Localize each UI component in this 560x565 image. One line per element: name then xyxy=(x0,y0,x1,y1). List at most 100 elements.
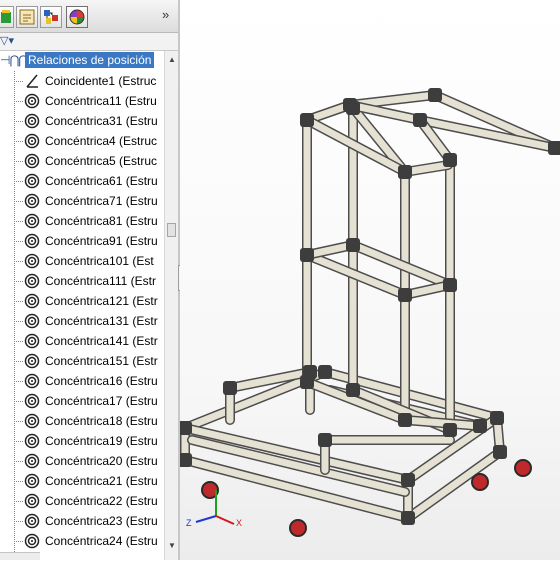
tree-item-concentric-mate[interactable]: Concéntrica24 (Estru xyxy=(0,531,164,551)
tree-connector-line xyxy=(14,81,23,82)
cart-joint-connector xyxy=(178,453,192,467)
appearance-manager-tab[interactable] xyxy=(66,6,88,28)
graphics-area[interactable] xyxy=(178,0,560,560)
tree-item-label: Concéntrica101 (Est xyxy=(45,254,154,268)
tree-item-label: Concéntrica24 (Estru xyxy=(45,534,158,548)
concentric-mate-icon xyxy=(24,273,40,289)
tree-item-concentric-mate[interactable]: Concéntrica18 (Estru xyxy=(0,411,164,431)
tree-item-concentric-mate[interactable]: Concéntrica5 (Estruc xyxy=(0,151,164,171)
tree-item-label: Concéntrica81 (Estru xyxy=(45,214,158,228)
concentric-mate-icon xyxy=(24,153,40,169)
concentric-mate-icon xyxy=(24,93,40,109)
tree-connector-line xyxy=(14,521,23,522)
property-manager-tab[interactable] xyxy=(16,6,38,28)
concentric-mate-icon xyxy=(24,473,40,489)
triad-x-label: X xyxy=(236,518,242,526)
tree-item-label: Concéntrica11 (Estru xyxy=(45,94,157,108)
cart-joint-connector xyxy=(318,433,332,447)
tree-item-coincident-mate[interactable]: Coincidente1 (Estruc xyxy=(0,71,164,91)
tree-filter-bar: ▽▾ xyxy=(0,33,178,51)
tree-connector-line xyxy=(14,541,23,542)
cart-joint-connector xyxy=(343,98,357,112)
tree-item-label: Concéntrica19 (Estru xyxy=(45,434,158,448)
tree-item-concentric-mate[interactable]: Concéntrica20 (Estru xyxy=(0,451,164,471)
tree-item-concentric-mate[interactable]: Concéntrica61 (Estru xyxy=(0,171,164,191)
tree-item-concentric-mate[interactable]: Concéntrica19 (Estru xyxy=(0,431,164,451)
tree-item-label: Concéntrica20 (Estru xyxy=(45,454,158,468)
feature-manager-tab[interactable] xyxy=(0,6,14,28)
tree-item-concentric-mate[interactable]: Concéntrica111 (Estr xyxy=(0,271,164,291)
concentric-mate-icon xyxy=(24,233,40,249)
tree-item-concentric-mate[interactable]: Concéntrica151 (Estr xyxy=(0,351,164,371)
tree-connector-line xyxy=(14,481,23,482)
tree-horizontal-scrollbar-grip[interactable] xyxy=(0,552,40,560)
tree-item-concentric-mate[interactable]: Concéntrica22 (Estru xyxy=(0,491,164,511)
tree-item-concentric-mate[interactable]: Concéntrica31 (Estru xyxy=(0,111,164,131)
cart-joint-connector xyxy=(548,141,560,155)
scroll-down-arrow-icon[interactable]: ▼ xyxy=(168,541,176,550)
tree-item-concentric-mate[interactable]: Concéntrica81 (Estru xyxy=(0,211,164,231)
expand-panel-chevron-icon[interactable]: » xyxy=(162,7,169,22)
cart-joint-connector xyxy=(443,153,457,167)
cart-joint-connector xyxy=(413,113,427,127)
cart-joint-connector xyxy=(303,365,317,379)
tree-item-label: Concéntrica23 (Estru xyxy=(45,514,158,528)
tree-connector-line xyxy=(14,241,23,242)
tree-item-concentric-mate[interactable]: Concéntrica121 (Estr xyxy=(0,291,164,311)
tree-item-label: Coincidente1 (Estruc xyxy=(45,74,157,88)
tree-connector-line xyxy=(14,401,23,402)
tree-connector-line xyxy=(14,321,23,322)
concentric-mate-icon xyxy=(24,453,40,469)
scroll-up-arrow-icon[interactable]: ▲ xyxy=(168,55,176,64)
tree-item-label: Concéntrica151 (Estr xyxy=(45,354,158,368)
concentric-mate-icon xyxy=(24,293,40,309)
cart-joint-connector xyxy=(401,473,415,487)
cart-joint-connector xyxy=(398,165,412,179)
concentric-mate-icon xyxy=(24,533,40,549)
tree-item-label: Concéntrica141 (Estr xyxy=(45,334,158,348)
tree-connector-line xyxy=(14,101,23,102)
tree-item-concentric-mate[interactable]: Concéntrica11 (Estru xyxy=(0,91,164,111)
concentric-mate-icon xyxy=(24,493,40,509)
tree-item-concentric-mate[interactable]: Concéntrica101 (Est xyxy=(0,251,164,271)
tree-item-concentric-mate[interactable]: Concéntrica4 (Estruc xyxy=(0,131,164,151)
tree-connector-line xyxy=(14,121,23,122)
tree-item-concentric-mate[interactable]: Concéntrica23 (Estru xyxy=(0,511,164,531)
configuration-manager-tab[interactable] xyxy=(40,6,62,28)
tree-connector-line xyxy=(14,421,23,422)
scrollbar-thumb[interactable] xyxy=(167,223,176,237)
orientation-triad: Z X xyxy=(186,490,242,526)
tree-connector-line xyxy=(14,281,23,282)
cart-joint-connector xyxy=(300,113,314,127)
tree-item-concentric-mate[interactable]: Concéntrica91 (Estru xyxy=(0,231,164,251)
tree-vertical-scrollbar[interactable]: ▲ ▼ xyxy=(164,51,178,560)
concentric-mate-icon xyxy=(24,353,40,369)
tree-connector-line xyxy=(14,341,23,342)
triad-x-axis xyxy=(215,515,235,525)
tree-connector-line xyxy=(14,141,23,142)
tree-root-mates[interactable]: ⊣⋂⋂ Relaciones de posición xyxy=(0,51,164,71)
tree-connector-line xyxy=(14,221,23,222)
tree-item-concentric-mate[interactable]: Concéntrica131 (Estr xyxy=(0,311,164,331)
cart-joint-connector xyxy=(223,381,237,395)
tree-connector-line xyxy=(14,361,23,362)
cart-model[interactable] xyxy=(178,0,560,560)
property-manager-icon xyxy=(19,9,35,25)
cart-joint-connector xyxy=(443,423,457,437)
cart-caster-wheel xyxy=(514,459,532,477)
tree-item-concentric-mate[interactable]: Concéntrica16 (Estru xyxy=(0,371,164,391)
tree-item-label: Concéntrica91 (Estru xyxy=(45,234,158,248)
tree-item-concentric-mate[interactable]: Concéntrica71 (Estru xyxy=(0,191,164,211)
tree-item-concentric-mate[interactable]: Concéntrica17 (Estru xyxy=(0,391,164,411)
tree-item-concentric-mate[interactable]: Concéntrica21 (Estru xyxy=(0,471,164,491)
tree-item-label: Concéntrica17 (Estru xyxy=(45,394,158,408)
tree-connector-line xyxy=(14,201,23,202)
tree-item-concentric-mate[interactable]: Concéntrica141 (Estr xyxy=(0,331,164,351)
tree-item-label: Concéntrica71 (Estru xyxy=(45,194,158,208)
tree-root-label: Relaciones de posición xyxy=(25,52,155,68)
tree-item-label: Concéntrica131 (Estr xyxy=(45,314,158,328)
mates-folder-icon: ⊣⋂⋂ xyxy=(0,53,28,67)
tree-item-label: Concéntrica16 (Estru xyxy=(45,374,158,388)
concentric-mate-icon xyxy=(24,413,40,429)
filter-dropdown-icon[interactable]: ▽▾ xyxy=(0,34,14,47)
